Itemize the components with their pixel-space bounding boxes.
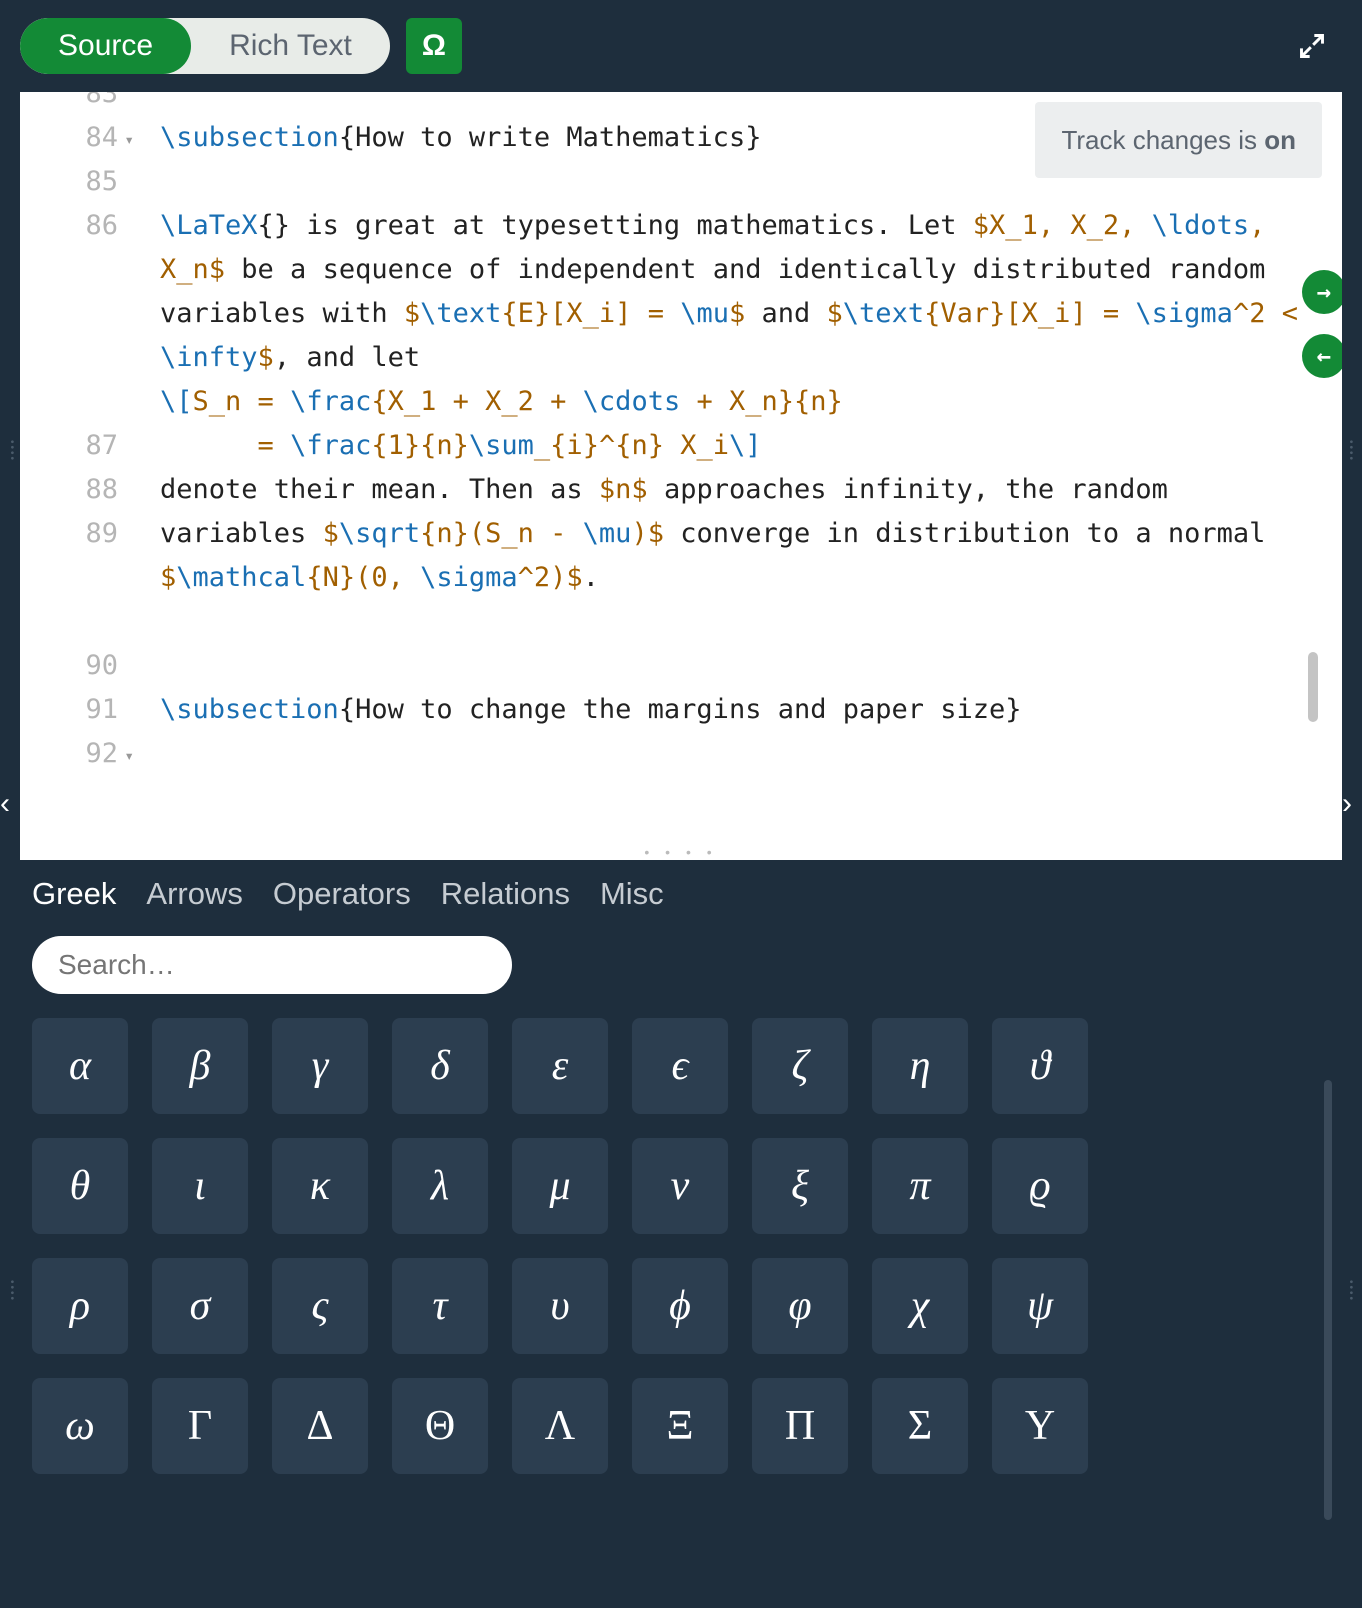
symbol-Γ[interactable]: Γ (152, 1378, 248, 1474)
tab-operators[interactable]: Operators (273, 876, 411, 912)
fullscreen-icon[interactable] (1292, 26, 1332, 66)
symbol-ς[interactable]: ς (272, 1258, 368, 1354)
symbol-grid: αβγδεϵζηϑ θικλμνξπϱ ρσςτυϕφχψ ωΓΔΘΛΞΠΣΥ (32, 1018, 1342, 1474)
panel-collapse-right-icon[interactable]: › (1342, 787, 1362, 821)
source-tab[interactable]: Source (20, 18, 191, 74)
symbol-λ[interactable]: λ (392, 1138, 488, 1234)
symbol-η[interactable]: η (872, 1018, 968, 1114)
symbol-Θ[interactable]: Θ (392, 1378, 488, 1474)
drag-handle-icon[interactable]: •••• (6, 440, 17, 462)
track-changes-badge: Track changes is on (1035, 102, 1322, 178)
symbol-β[interactable]: β (152, 1018, 248, 1114)
editor-scrollbar[interactable] (1308, 652, 1318, 722)
tab-greek[interactable]: Greek (32, 876, 116, 912)
symbol-Υ[interactable]: Υ (992, 1378, 1088, 1474)
symbol-ω[interactable]: ω (32, 1378, 128, 1474)
symbol-μ[interactable]: μ (512, 1138, 608, 1234)
rich-text-tab[interactable]: Rich Text (191, 18, 390, 74)
symbol-ξ[interactable]: ξ (752, 1138, 848, 1234)
palette-tabs: Greek Arrows Operators Relations Misc (20, 860, 1342, 930)
back-change-icon[interactable]: ← (1302, 334, 1342, 378)
symbol-ϱ[interactable]: ϱ (992, 1138, 1088, 1234)
forward-change-icon[interactable]: → (1302, 270, 1342, 314)
symbol-ϑ[interactable]: ϑ (992, 1018, 1088, 1114)
tab-relations[interactable]: Relations (441, 876, 570, 912)
panel-collapse-left-icon[interactable]: ‹ (0, 787, 20, 821)
editor-toolbar: Source Rich Text Ω (0, 0, 1362, 92)
code-content[interactable]: \subsection{How to write Mathematics} \L… (160, 92, 1342, 732)
symbol-ζ[interactable]: ζ (752, 1018, 848, 1114)
symbol-π[interactable]: π (872, 1138, 968, 1234)
symbol-palette: Greek Arrows Operators Relations Misc αβ… (0, 860, 1362, 1494)
symbol-Σ[interactable]: Σ (872, 1378, 968, 1474)
symbol-Λ[interactable]: Λ (512, 1378, 608, 1474)
drag-handle-icon[interactable]: •••• (1345, 440, 1356, 462)
symbol-ν[interactable]: ν (632, 1138, 728, 1234)
symbol-ϕ[interactable]: ϕ (632, 1258, 728, 1354)
symbol-ψ[interactable]: ψ (992, 1258, 1088, 1354)
palette-scrollbar[interactable] (1324, 1080, 1332, 1520)
symbol-χ[interactable]: χ (872, 1258, 968, 1354)
symbol-φ[interactable]: φ (752, 1258, 848, 1354)
symbol-σ[interactable]: σ (152, 1258, 248, 1354)
symbol-ϵ[interactable]: ϵ (632, 1018, 728, 1114)
line-gutter: 83 84 85 86 87 88 89 90 91 92 (20, 92, 130, 776)
drag-handle-icon[interactable]: •••• (1345, 1280, 1356, 1302)
panel-resize-handle[interactable]: • • • • (20, 840, 1342, 860)
tab-misc[interactable]: Misc (600, 876, 664, 912)
symbol-κ[interactable]: κ (272, 1138, 368, 1234)
symbol-ι[interactable]: ι (152, 1138, 248, 1234)
drag-handle-icon[interactable]: •••• (6, 1280, 17, 1302)
view-mode-switcher: Source Rich Text (20, 18, 390, 74)
tab-arrows[interactable]: Arrows (146, 876, 242, 912)
symbol-τ[interactable]: τ (392, 1258, 488, 1354)
code-editor[interactable]: Track changes is on → ← 83 84 85 86 87 8… (20, 92, 1342, 840)
symbol-θ[interactable]: θ (32, 1138, 128, 1234)
symbol-α[interactable]: α (32, 1018, 128, 1114)
symbol-ε[interactable]: ε (512, 1018, 608, 1114)
symbol-γ[interactable]: γ (272, 1018, 368, 1114)
symbol-ρ[interactable]: ρ (32, 1258, 128, 1354)
symbol-υ[interactable]: υ (512, 1258, 608, 1354)
symbol-palette-button[interactable]: Ω (406, 18, 462, 74)
symbol-search-input[interactable] (32, 936, 512, 994)
symbol-Ξ[interactable]: Ξ (632, 1378, 728, 1474)
symbol-Π[interactable]: Π (752, 1378, 848, 1474)
symbol-δ[interactable]: δ (392, 1018, 488, 1114)
symbol-Δ[interactable]: Δ (272, 1378, 368, 1474)
